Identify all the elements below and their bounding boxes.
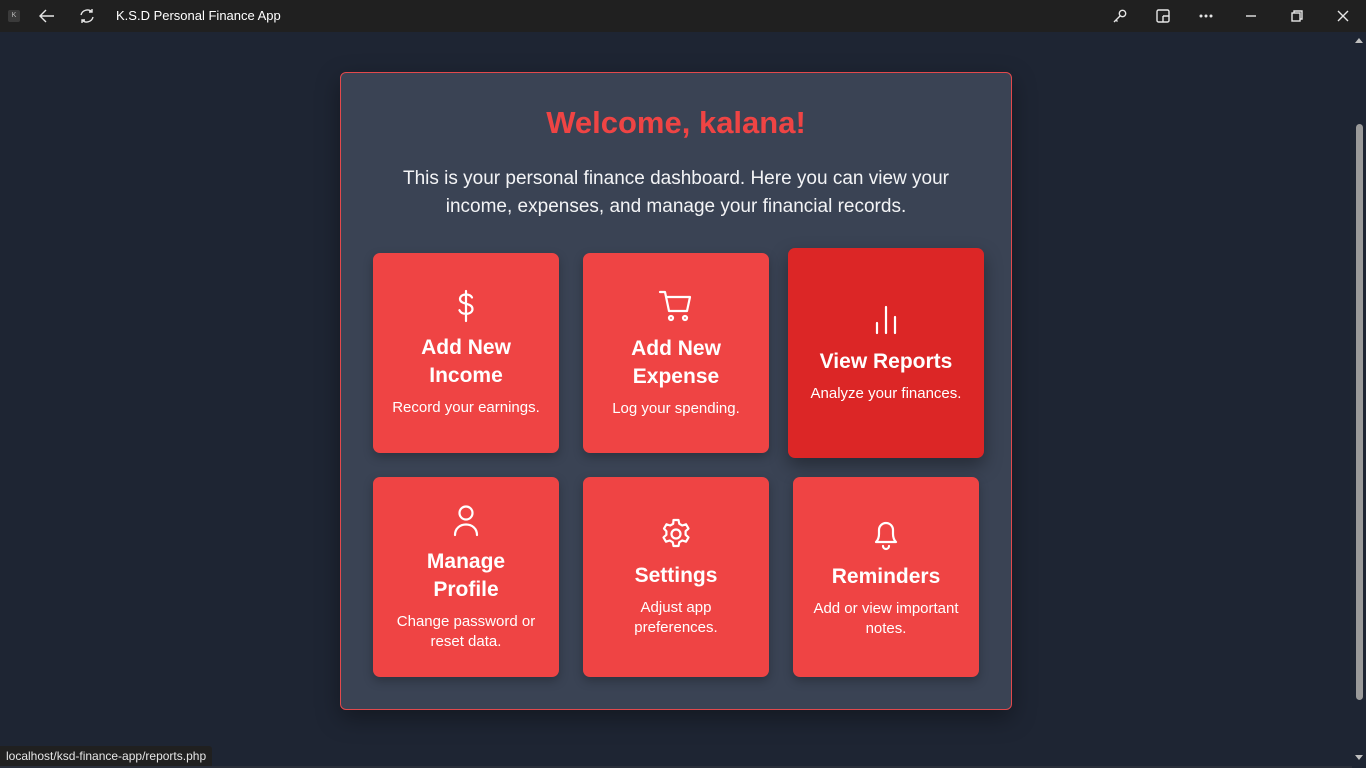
status-url: localhost/ksd-finance-app/reports.php	[0, 746, 213, 766]
tile-desc: Log your spending.	[612, 399, 740, 417]
welcome-heading: Welcome, kalana!	[546, 105, 806, 140]
tile-title: Reminders	[831, 564, 941, 588]
refresh-button[interactable]	[67, 0, 107, 32]
tile-title: Add New Expense	[631, 336, 721, 388]
cart-icon	[658, 288, 694, 329]
add-expense-tile[interactable]: Add New Expense Log your spending.	[583, 253, 769, 453]
app-icon: K	[8, 10, 20, 22]
restore-icon	[1291, 10, 1303, 22]
manage-profile-tile[interactable]: Manage Profile Change password or reset …	[373, 477, 559, 677]
dashboard-intro: This is your personal finance dashboard.…	[402, 168, 949, 217]
minimize-icon	[1246, 15, 1256, 17]
gear-icon	[660, 517, 692, 556]
tile-title: Settings	[634, 563, 718, 587]
close-icon	[1337, 10, 1349, 22]
tile-desc: Record your earnings.	[392, 398, 540, 416]
bar-chart-icon	[871, 303, 901, 342]
add-income-tile[interactable]: Add New Income Record your earnings.	[373, 253, 559, 453]
scroll-up-arrow-icon[interactable]	[1355, 38, 1363, 43]
view-reports-tile[interactable]: View Reports Analyze your finances.	[788, 248, 984, 458]
dollar-icon	[451, 289, 481, 328]
scroll-down-arrow-icon[interactable]	[1355, 755, 1363, 760]
cast-button[interactable]	[1143, 0, 1183, 32]
tile-title: Manage Profile	[426, 549, 506, 601]
close-button[interactable]	[1323, 0, 1363, 32]
tile-desc: Adjust app preferences.	[634, 598, 718, 636]
restore-button[interactable]	[1277, 0, 1317, 32]
vertical-scrollbar[interactable]	[1352, 32, 1366, 768]
app-settings-button[interactable]	[1100, 0, 1140, 32]
more-button[interactable]	[1186, 0, 1226, 32]
more-icon	[1199, 14, 1213, 18]
cast-icon	[1156, 9, 1170, 23]
minimize-button[interactable]	[1231, 0, 1271, 32]
title-bar: K K.S.D Personal Finance App	[0, 0, 1366, 32]
tile-title: Add New Income	[421, 335, 511, 387]
dashboard-card: Welcome, kalana! This is your personal f…	[340, 72, 1012, 710]
user-icon	[451, 503, 481, 542]
back-arrow-icon	[39, 9, 54, 23]
tile-desc: Analyze your finances.	[810, 384, 962, 402]
tile-desc: Change password or reset data.	[396, 612, 536, 650]
tile-title: View Reports	[819, 349, 953, 373]
key-icon	[1113, 9, 1127, 23]
refresh-icon	[80, 9, 94, 23]
window-title: K.S.D Personal Finance App	[116, 8, 281, 23]
scroll-thumb[interactable]	[1356, 124, 1363, 700]
tile-desc: Add or view important notes.	[813, 599, 959, 637]
settings-tile[interactable]: Settings Adjust app preferences.	[583, 477, 769, 677]
reminders-tile[interactable]: Reminders Add or view important notes.	[793, 477, 979, 677]
bell-icon	[870, 516, 902, 557]
back-button[interactable]	[27, 0, 67, 32]
